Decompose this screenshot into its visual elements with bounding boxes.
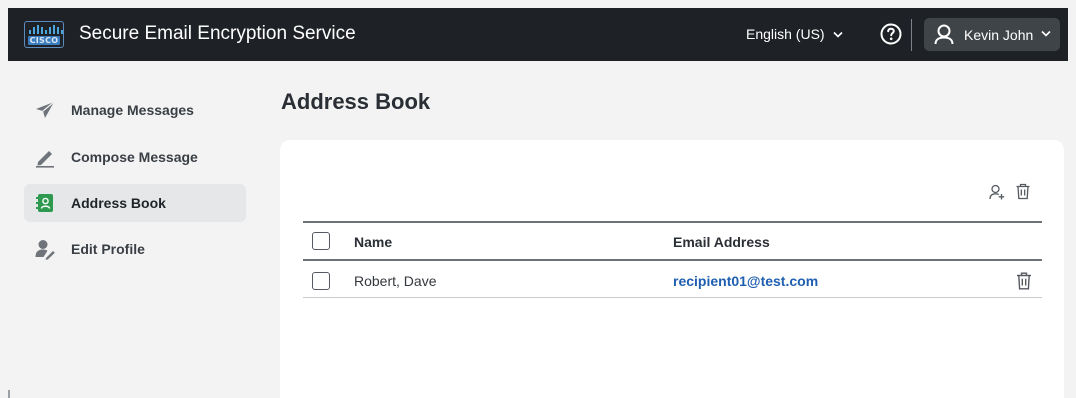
sidebar-item-address-book[interactable]: Address Book [24, 184, 246, 222]
sidebar-item-manage-messages[interactable]: Manage Messages [24, 91, 246, 129]
address-book-card [280, 140, 1064, 398]
trash-icon[interactable] [1016, 272, 1032, 290]
column-header-name[interactable]: Name [354, 234, 392, 250]
sidebar-item-label: Manage Messages [71, 102, 194, 118]
app-title: Secure Email Encryption Service [79, 23, 356, 44]
table-header-rule [303, 259, 1042, 261]
chevron-down-icon [833, 31, 843, 38]
help-icon[interactable] [879, 22, 903, 46]
header-divider [911, 19, 912, 51]
top-bar: CISCO Secure Email Encryption Service En… [8, 8, 1068, 61]
language-selector[interactable]: English (US) [746, 26, 843, 42]
row-checkbox[interactable] [312, 272, 330, 290]
sidebar-item-compose-message[interactable]: Compose Message [24, 138, 246, 176]
paper-plane-icon [36, 101, 55, 118]
trash-icon[interactable] [1015, 183, 1031, 200]
sidebar-item-label: Compose Message [71, 149, 198, 165]
page-title: Address Book [281, 89, 431, 114]
table-top-rule [303, 221, 1042, 223]
column-header-email[interactable]: Email Address [673, 234, 770, 250]
logo-bars [29, 25, 63, 34]
chevron-down-icon [1041, 30, 1051, 37]
pencil-icon [36, 151, 54, 168]
sidebar-item-label: Address Book [71, 195, 166, 211]
user-edit-icon [35, 240, 55, 260]
logo-word: CISCO [28, 36, 60, 45]
language-label: English (US) [746, 26, 825, 42]
select-all-checkbox[interactable] [312, 232, 330, 250]
cisco-logo: CISCO [24, 21, 64, 48]
contact-email-link[interactable]: recipient01@test.com [673, 273, 818, 289]
user-menu-button[interactable]: Kevin John [924, 18, 1060, 51]
sidebar-item-label: Edit Profile [71, 241, 145, 257]
address-book-icon [36, 194, 53, 212]
table-row-rule [303, 297, 1042, 298]
sidebar-item-edit-profile[interactable]: Edit Profile [24, 230, 246, 268]
scroll-indicator [8, 390, 10, 398]
add-user-icon[interactable] [989, 184, 1005, 200]
user-icon [934, 24, 954, 45]
user-name: Kevin John [964, 27, 1034, 43]
contact-name: Robert, Dave [354, 273, 437, 289]
